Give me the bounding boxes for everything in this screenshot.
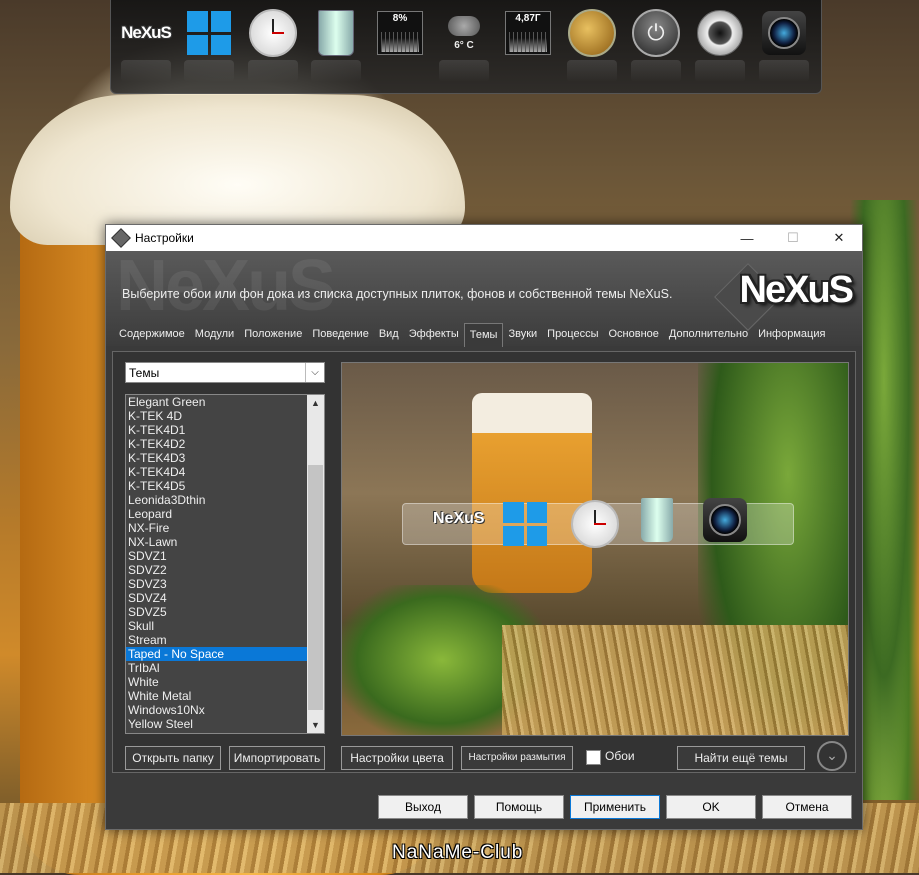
settings-window: Настройки — ☐ ✕ NeXuS Выберите обои или …	[105, 224, 863, 830]
tab-themes[interactable]: Темы	[463, 323, 504, 347]
blur-settings-button[interactable]: Настройки размытия	[461, 746, 573, 770]
theme-list-item[interactable]: NX-Fire	[126, 521, 307, 535]
preview-windows-icon	[503, 502, 547, 546]
preview-clock-icon	[571, 500, 619, 548]
theme-list-item[interactable]: NX-Lawn	[126, 535, 307, 549]
preview-wheat	[502, 625, 848, 735]
ram-meter-icon[interactable]: 4,87Г	[503, 8, 553, 58]
theme-list-item[interactable]: White	[126, 675, 307, 689]
theme-list-item[interactable]: K-TEK 4D	[126, 409, 307, 423]
weather-temp: 6° C	[454, 39, 474, 51]
theme-list-item[interactable]: TrIbAl	[126, 661, 307, 675]
wallpaper-checkbox[interactable]	[586, 750, 601, 765]
theme-list-item[interactable]: K-TEK4D2	[126, 437, 307, 451]
nexus-logo: NeXuS	[739, 269, 854, 311]
expand-circle-icon[interactable]: ⌄	[817, 741, 847, 771]
theme-list-item[interactable]: SDVZ4	[126, 591, 307, 605]
theme-list-item[interactable]: White Metal	[126, 689, 307, 703]
themes-panel: Темы ⌵ Elegant Green K-TEK 4D K-TEK4D1 K-TE…	[112, 351, 856, 773]
theme-list-item[interactable]: Skull	[126, 619, 307, 633]
camera-icon[interactable]	[759, 8, 809, 58]
minimize-button[interactable]: —	[724, 225, 770, 251]
theme-list-item[interactable]: Taped - No Space	[126, 647, 307, 661]
theme-list[interactable]: Elegant Green K-TEK 4D K-TEK4D1 K-TEK4D2 K-T…	[125, 394, 325, 734]
theme-list-item[interactable]: K-TEK4D4	[126, 465, 307, 479]
preview-trash-icon	[641, 498, 673, 542]
recycle-bin-icon[interactable]	[311, 8, 361, 58]
open-folder-button[interactable]: Открыть папку	[125, 746, 221, 770]
preview-nexus-icon: NeXuS	[433, 510, 485, 527]
theme-preview: NeXuS	[341, 362, 849, 736]
theme-list-item[interactable]: K-TEK4D5	[126, 479, 307, 493]
weather-icon[interactable]: 6° C	[439, 8, 489, 58]
theme-list-item[interactable]: SDVZ1	[126, 549, 307, 563]
tab-modules[interactable]: Модули	[190, 325, 239, 346]
nexus-logo-icon[interactable]: NeXuS	[121, 8, 172, 58]
scroll-thumb[interactable]	[308, 465, 323, 710]
window-title: Настройки	[135, 231, 194, 245]
theme-list-item[interactable]: Windows10Nx	[126, 703, 307, 717]
tab-info[interactable]: Информация	[753, 325, 830, 346]
ram-meter-value: 4,87Г	[515, 13, 541, 24]
theme-list-item[interactable]: Stream	[126, 633, 307, 647]
wallpaper-checkbox-label[interactable]: Обои	[605, 749, 635, 763]
theme-category-select[interactable]: Темы ⌵	[125, 362, 325, 383]
chevron-down-icon[interactable]: ⌵	[305, 363, 324, 382]
title-bar[interactable]: Настройки — ☐ ✕	[106, 225, 862, 251]
tab-sounds[interactable]: Звуки	[503, 325, 542, 346]
scroll-up-icon[interactable]: ▲	[307, 395, 324, 411]
theme-list-item[interactable]: K-TEK4D3	[126, 451, 307, 465]
theme-list-item[interactable]: K-TEK4D1	[126, 423, 307, 437]
tab-view[interactable]: Вид	[374, 325, 404, 346]
theme-list-item[interactable]: SDVZ3	[126, 577, 307, 591]
clock-icon[interactable]	[248, 8, 298, 58]
preview-mug	[472, 393, 592, 593]
theme-category-value: Темы	[129, 366, 160, 380]
preview-dock: NeXuS	[402, 498, 794, 548]
help-button[interactable]: Помощь	[474, 795, 564, 819]
speaker-icon[interactable]	[695, 8, 745, 58]
preview-camera-icon	[703, 498, 747, 542]
theme-list-item[interactable]: SDVZ2	[126, 563, 307, 577]
color-settings-button[interactable]: Настройки цвета	[341, 746, 453, 770]
tab-bar: Содержимое Модули Положение Поведение Ви…	[114, 323, 830, 347]
desktop-foam	[10, 95, 465, 245]
theme-list-scrollbar[interactable]: ▲ ▼	[307, 395, 324, 733]
theme-list-item[interactable]: Leopard	[126, 507, 307, 521]
theme-list-item[interactable]: Leonida3Dthin	[126, 493, 307, 507]
cpu-meter-value: 8%	[392, 13, 408, 24]
windows-icon[interactable]	[184, 8, 234, 58]
scroll-down-icon[interactable]: ▼	[307, 717, 324, 733]
exit-button[interactable]: Выход	[378, 795, 468, 819]
theme-list-item[interactable]: SDVZ5	[126, 605, 307, 619]
cpu-meter-icon[interactable]: 8%	[375, 8, 425, 58]
theme-list-items: Elegant Green K-TEK 4D K-TEK4D1 K-TEK4D2 K-T…	[126, 395, 307, 731]
header-description: Выберите обои или фон дока из списка дос…	[122, 287, 673, 301]
tab-effects[interactable]: Эффекты	[404, 325, 464, 346]
power-icon[interactable]: ⏻	[631, 8, 681, 58]
app-diamond-icon	[111, 228, 131, 248]
theme-list-item[interactable]: Elegant Green	[126, 395, 307, 409]
cancel-button[interactable]: Отмена	[762, 795, 852, 819]
nexus-dock: NeXuS 8% 6° C 4,87Г ⏻	[110, 0, 822, 94]
tab-advanced[interactable]: Дополнительно	[664, 325, 753, 346]
import-button[interactable]: Импортировать	[229, 746, 325, 770]
theme-list-item[interactable]: Yellow Steel	[126, 717, 307, 731]
tab-processes[interactable]: Процессы	[542, 325, 603, 346]
tab-content[interactable]: Содержимое	[114, 325, 190, 346]
apply-button[interactable]: Применить	[570, 795, 660, 819]
find-more-themes-button[interactable]: Найти ещё темы	[677, 746, 805, 770]
close-button[interactable]: ✕	[816, 225, 862, 251]
maximize-button[interactable]: ☐	[770, 225, 816, 251]
tab-general[interactable]: Основное	[604, 325, 664, 346]
globe-network-icon[interactable]	[567, 8, 617, 58]
tab-position[interactable]: Положение	[239, 325, 307, 346]
ok-button[interactable]: OK	[666, 795, 756, 819]
naname-club-watermark: NaNaMe-Club	[392, 842, 524, 863]
tab-behavior[interactable]: Поведение	[307, 325, 374, 346]
